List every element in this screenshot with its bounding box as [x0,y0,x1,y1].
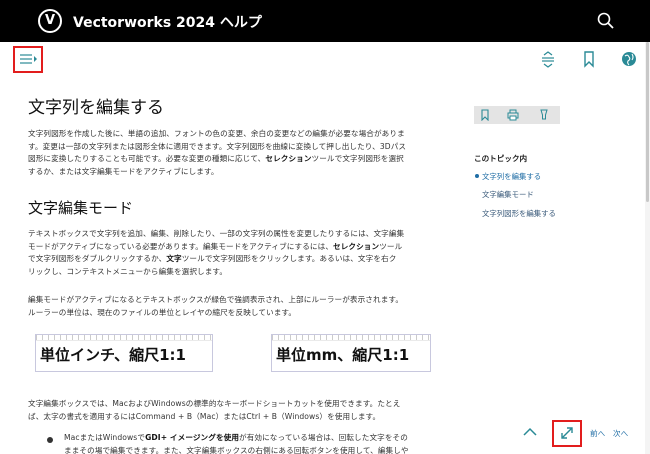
toc-item-edit-text-objects[interactable]: 文字列図形を編集する [482,208,556,219]
text-tool-term: 文字 [166,254,182,263]
toc-title: このトピック内 [474,154,528,163]
search-icon[interactable] [596,11,616,31]
page-scrollbar[interactable] [645,42,650,454]
toc-menu-button[interactable] [13,46,43,73]
ruler [36,335,212,341]
toc-item-text-edit-mode[interactable]: 文字編集モード [482,189,534,200]
vectorworks-logo[interactable]: V [38,9,62,33]
lightbulb-icon[interactable] [538,109,550,121]
scrollbar-thumb[interactable] [646,42,649,202]
bullet-item: MacまたはWindowsでGDI+ イメージングを使用が有効になっている場合は… [64,433,409,454]
ruler [272,335,430,341]
selection-tool-term: セレクション [265,154,312,163]
expand-collapse-icon[interactable] [539,50,557,68]
figure-inch-scale: 単位インチ、縮尺1:1 [35,334,213,372]
bullet-dot [47,437,53,443]
bookmark-icon[interactable] [479,109,491,121]
intro-paragraph: 文字列図形を作成した後に、単語の追加、フォントの色の変更、余白の変更などの編集が… [28,129,407,176]
page-title: 文字列を編集する [28,98,164,118]
bookmark-icon[interactable] [580,50,598,68]
figure-caption: 単位mm、縮尺1:1 [276,346,410,364]
fullscreen-button[interactable] [552,420,582,447]
next-link[interactable]: 次へ [613,428,628,439]
section-title: 文字編集モード [28,199,134,217]
top-header-bar: V Vectorworks 2024 ヘルプ [0,0,650,42]
section-paragraph-1: テキストボックスで文字列を追加、編集、削除したり、一部の文字列の属性を変更したり… [28,229,405,276]
figure-caption: 単位インチ、縮尺1:1 [40,346,186,364]
section-paragraph-2: 編集モードがアクティブになるとテキストボックスが緑色で強調表示され、上部にルーラ… [28,295,404,317]
topic-tools-bar [474,106,560,124]
figure-mm-scale: 単位mm、縮尺1:1 [271,334,431,372]
toc-active-dot [475,174,479,178]
selection-tool-term: セレクション [333,241,380,251]
chevron-up-icon[interactable] [521,425,539,439]
menu-icon [20,54,37,64]
section-paragraph-3: 文字編集ボックスでは、MacおよびWindowsの標準的なキーボードショートカッ… [28,399,401,421]
gdi-imaging-term: GDI+ イメージングを使用 [145,433,240,442]
prev-link[interactable]: 前へ [590,428,605,439]
logo-letter: V [44,13,56,28]
app-title: Vectorworks 2024 ヘルプ [73,15,262,31]
toc-item-edit-text[interactable]: 文字列を編集する [482,171,541,182]
expand-icon [561,427,573,439]
globe-icon[interactable] [620,50,638,68]
print-icon[interactable] [507,109,519,121]
